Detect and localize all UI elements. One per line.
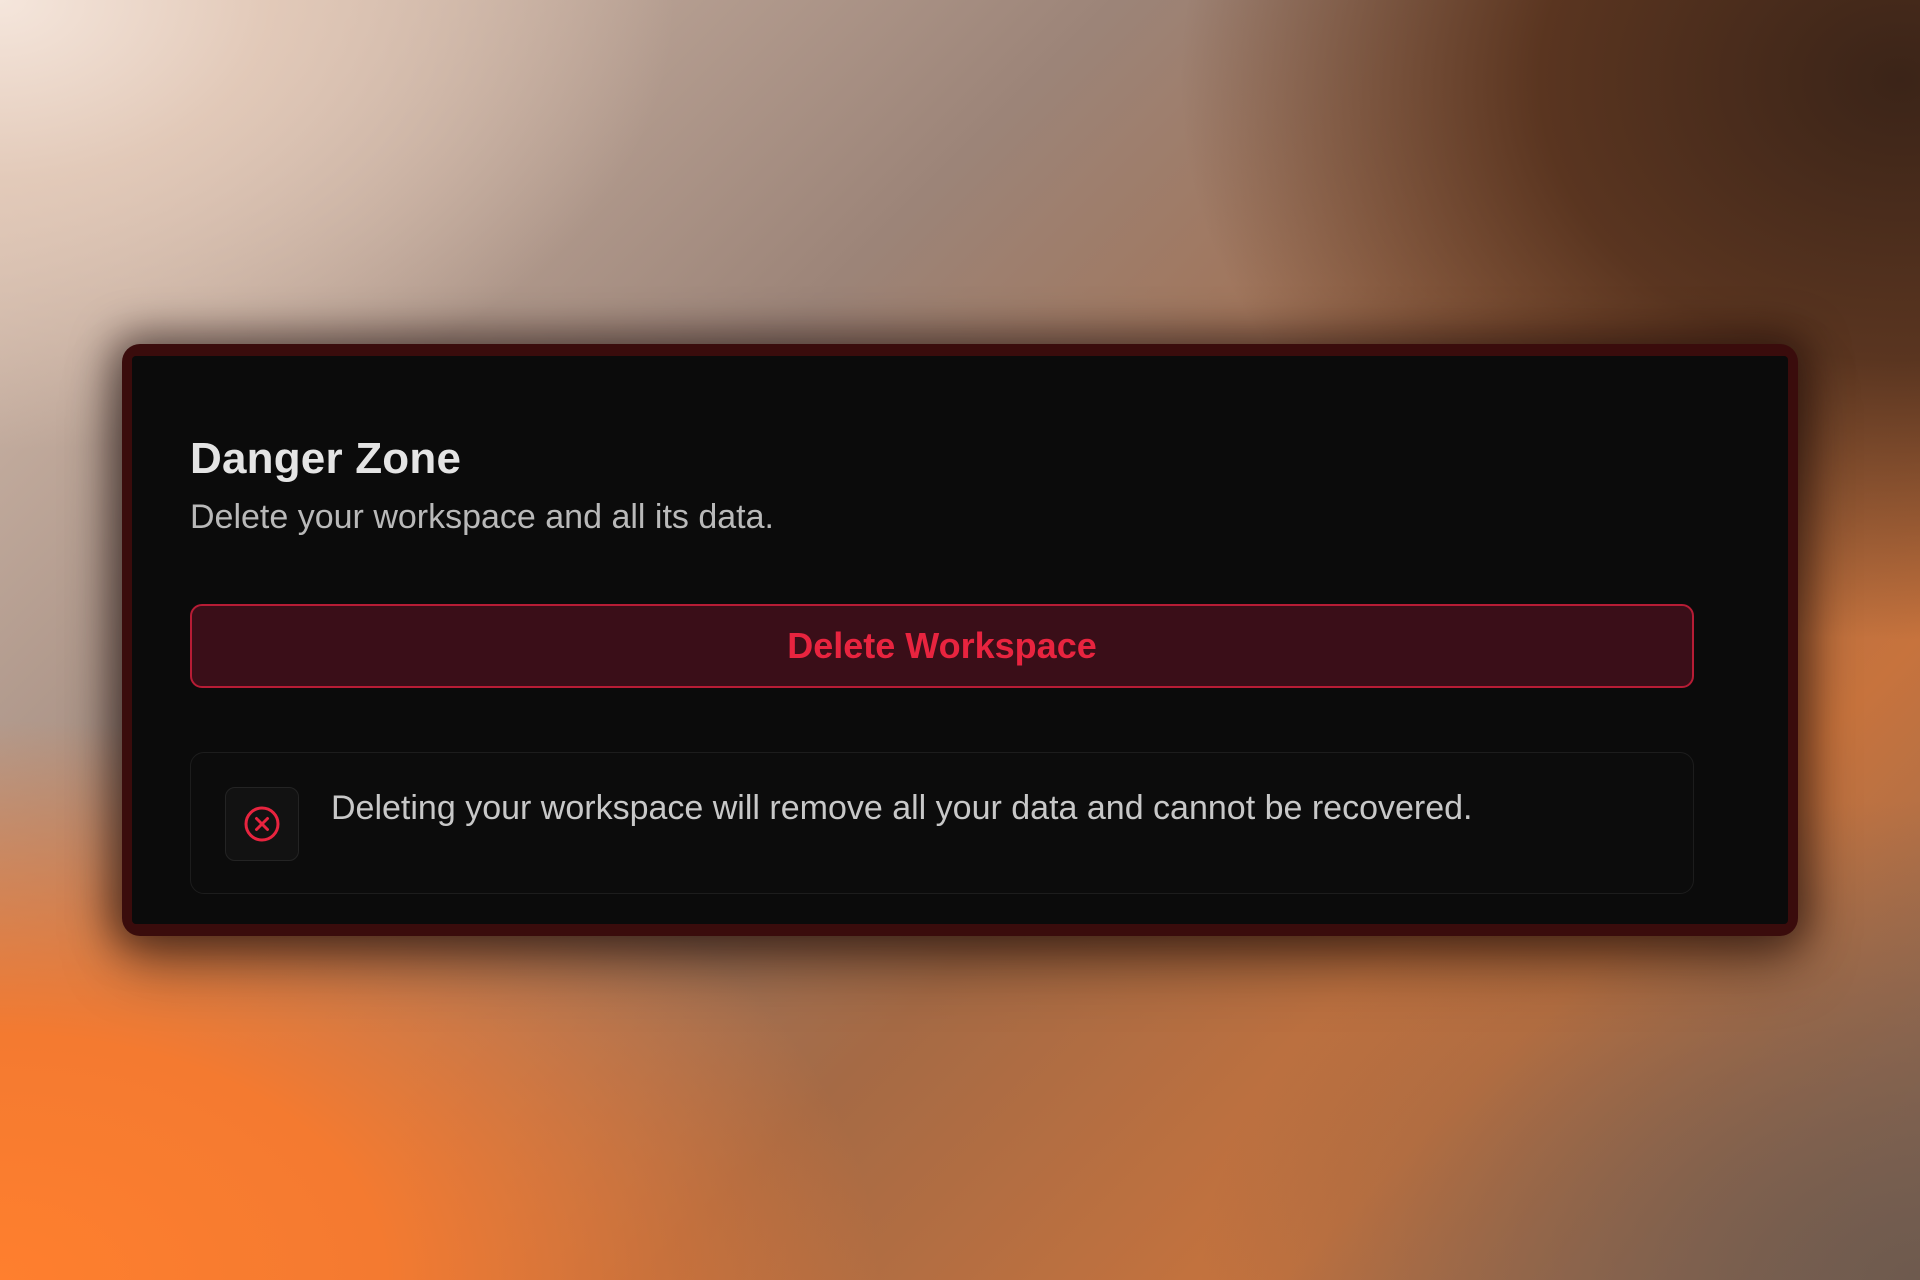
danger-zone-card: Danger Zone Delete your workspace and al… — [132, 356, 1788, 924]
delete-workspace-button[interactable]: Delete Workspace — [190, 604, 1694, 688]
warning-text: Deleting your workspace will remove all … — [331, 789, 1473, 827]
danger-zone-card-frame: Danger Zone Delete your workspace and al… — [122, 344, 1798, 936]
section-subtitle: Delete your workspace and all its data. — [190, 498, 774, 536]
x-circle-icon — [225, 787, 299, 861]
warning-callout: Deleting your workspace will remove all … — [190, 752, 1694, 894]
section-title: Danger Zone — [190, 434, 462, 483]
